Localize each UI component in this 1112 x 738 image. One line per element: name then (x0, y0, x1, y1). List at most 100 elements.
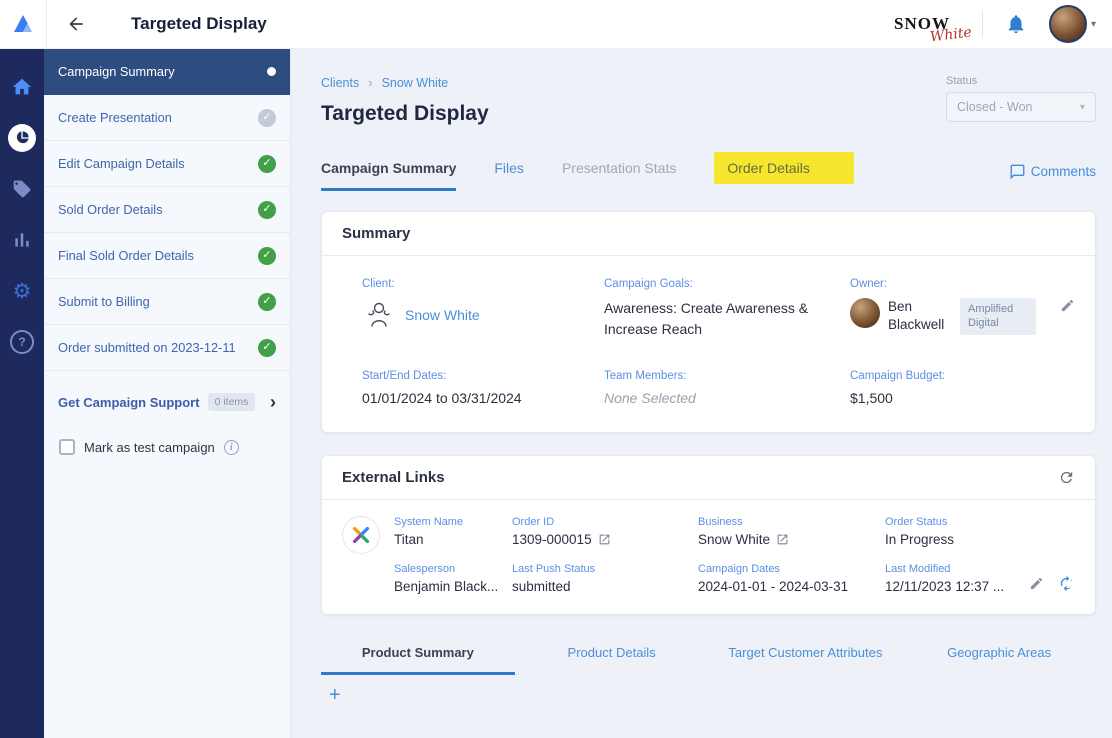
page-title: Targeted Display (321, 102, 489, 126)
field-owner: Owner: Ben Blackwell Amplified Digital (850, 278, 1075, 340)
field-campaign-budget: Campaign Budget: $1,500 (850, 370, 1075, 406)
campaign-tabs: Campaign Summary Files Presentation Stat… (321, 160, 1096, 191)
edit-owner-button[interactable] (1060, 298, 1075, 313)
breadcrumb: Clients › Snow White (321, 75, 489, 90)
sidebar-item-order-submitted[interactable]: Order submitted on 2023-12-11 ✓ (44, 325, 290, 371)
bell-icon (1005, 13, 1027, 35)
items-count-badge: 0 items (208, 393, 256, 411)
tab-geographic-areas[interactable]: Geographic Areas (902, 645, 1096, 675)
field-start-end-dates: Start/End Dates: 01/01/2024 to 03/31/202… (362, 370, 604, 406)
external-link-icon (776, 533, 789, 546)
field-last-push-status: Last Push Status submitted (512, 563, 698, 594)
summary-card: Summary Client: (321, 211, 1096, 433)
tab-campaign-summary[interactable]: Campaign Summary (321, 160, 456, 191)
add-product-row: + (321, 685, 1096, 706)
client-link[interactable]: Snow White (405, 307, 480, 323)
field-system-name: System Name Titan (394, 516, 512, 547)
tag-icon[interactable] (8, 175, 36, 203)
app-logo-icon (11, 12, 35, 36)
check-circle-icon: ✓ (258, 201, 276, 219)
field-team-members: Team Members: None Selected (604, 370, 850, 406)
edit-external-link-button[interactable] (1029, 575, 1044, 592)
notifications-button[interactable] (1001, 9, 1031, 39)
owner-org-badge: Amplified Digital (960, 298, 1036, 335)
pencil-icon (1029, 576, 1044, 591)
chevron-right-icon: › (368, 75, 372, 90)
arrow-back-icon (66, 14, 86, 34)
open-business-external-button[interactable] (776, 533, 789, 546)
bar-chart-icon[interactable] (8, 226, 36, 254)
add-product-button[interactable]: + (329, 685, 341, 705)
main-content: Clients › Snow White Targeted Display St… (291, 49, 1112, 738)
sidebar-item-submit-to-billing[interactable]: Submit to Billing ✓ (44, 279, 290, 325)
tab-presentation-stats[interactable]: Presentation Stats (562, 160, 676, 191)
chevron-down-icon: ▾ (1091, 19, 1096, 30)
snow-white-brand-logo: SNOW White (894, 14, 964, 34)
titan-x-icon (350, 524, 372, 546)
open-order-external-button[interactable] (598, 533, 611, 546)
refresh-button[interactable] (1058, 469, 1075, 486)
check-circle-icon: ✓ (258, 293, 276, 311)
pie-chart-icon (14, 130, 30, 146)
status-box: Status Closed - Won ▾ (946, 75, 1096, 122)
field-order-status: Order Status In Progress (885, 516, 1075, 547)
help-icon[interactable]: ? (8, 328, 36, 356)
app-logo[interactable] (0, 0, 47, 48)
sync-icon (1058, 575, 1075, 592)
tab-product-summary[interactable]: Product Summary (321, 645, 515, 675)
breadcrumb-clients-link[interactable]: Clients (321, 76, 359, 90)
owner-avatar (850, 298, 880, 328)
titan-system-logo (342, 516, 380, 554)
field-order-id: Order ID 1309-000015 (512, 516, 698, 547)
tab-target-customer-attributes[interactable]: Target Customer Attributes (709, 645, 903, 675)
tab-order-details[interactable]: Order Details (714, 160, 853, 191)
external-link-icon (598, 533, 611, 546)
icon-rail: ⚙ ? (0, 49, 44, 738)
highlight-marker: Order Details (714, 152, 853, 184)
chevron-right-icon: › (270, 393, 276, 411)
external-links-header: External Links (322, 456, 1095, 500)
topbar-divider (982, 11, 983, 37)
get-campaign-support[interactable]: Get Campaign Support 0 items › (44, 393, 290, 411)
info-icon[interactable]: i (224, 440, 239, 455)
user-menu[interactable]: ▾ (1049, 5, 1096, 43)
sidebar-item-edit-campaign-details[interactable]: Edit Campaign Details ✓ (44, 141, 290, 187)
gear-icon[interactable]: ⚙ (8, 277, 36, 305)
summary-title: Summary (342, 225, 410, 242)
client-logo (362, 298, 396, 332)
field-salesperson: Salesperson Benjamin Black... (394, 563, 512, 594)
sidebar-item-create-presentation[interactable]: Create Presentation ✓ (44, 95, 290, 141)
campaigns-icon[interactable] (8, 124, 36, 152)
test-campaign-checkbox[interactable] (59, 439, 75, 455)
back-button[interactable] (47, 0, 105, 48)
topbar-right: SNOW White ▾ (894, 5, 1112, 43)
refresh-icon (1058, 469, 1075, 486)
sidebar-item-final-sold-order-details[interactable]: Final Sold Order Details ✓ (44, 233, 290, 279)
check-circle-icon: ✓ (258, 339, 276, 357)
comments-button[interactable]: Comments (1010, 164, 1096, 191)
sidebar-item-sold-order-details[interactable]: Sold Order Details ✓ (44, 187, 290, 233)
status-label: Status (946, 75, 1096, 87)
topbar: Targeted Display SNOW White ▾ (0, 0, 1112, 49)
check-circle-icon: ✓ (258, 155, 276, 173)
sync-button[interactable] (1058, 575, 1075, 592)
external-links-actions (1029, 575, 1075, 592)
current-step-dot-icon (267, 67, 276, 76)
summary-card-header: Summary (322, 212, 1095, 256)
sidebar-item-campaign-summary[interactable]: Campaign Summary (44, 49, 290, 95)
product-tabs: Product Summary Product Details Target C… (321, 645, 1096, 675)
chevron-down-icon: ▾ (1080, 102, 1085, 113)
external-links-card: External Links (321, 455, 1096, 615)
field-campaign-goals: Campaign Goals: Awareness: Create Awaren… (604, 278, 850, 340)
title-block: Clients › Snow White Targeted Display (321, 75, 489, 126)
status-select[interactable]: Closed - Won ▾ (946, 92, 1096, 122)
home-icon[interactable] (8, 73, 36, 101)
check-circle-icon: ✓ (258, 247, 276, 265)
field-business: Business Snow White (698, 516, 885, 547)
app-window: Targeted Display SNOW White ▾ (0, 0, 1112, 738)
tab-product-details[interactable]: Product Details (515, 645, 709, 675)
owner-name: Ben Blackwell (888, 298, 952, 334)
tab-files[interactable]: Files (494, 160, 524, 191)
field-campaign-dates: Campaign Dates 2024-01-01 - 2024-03-31 (698, 563, 885, 594)
breadcrumb-client-link[interactable]: Snow White (382, 76, 449, 90)
